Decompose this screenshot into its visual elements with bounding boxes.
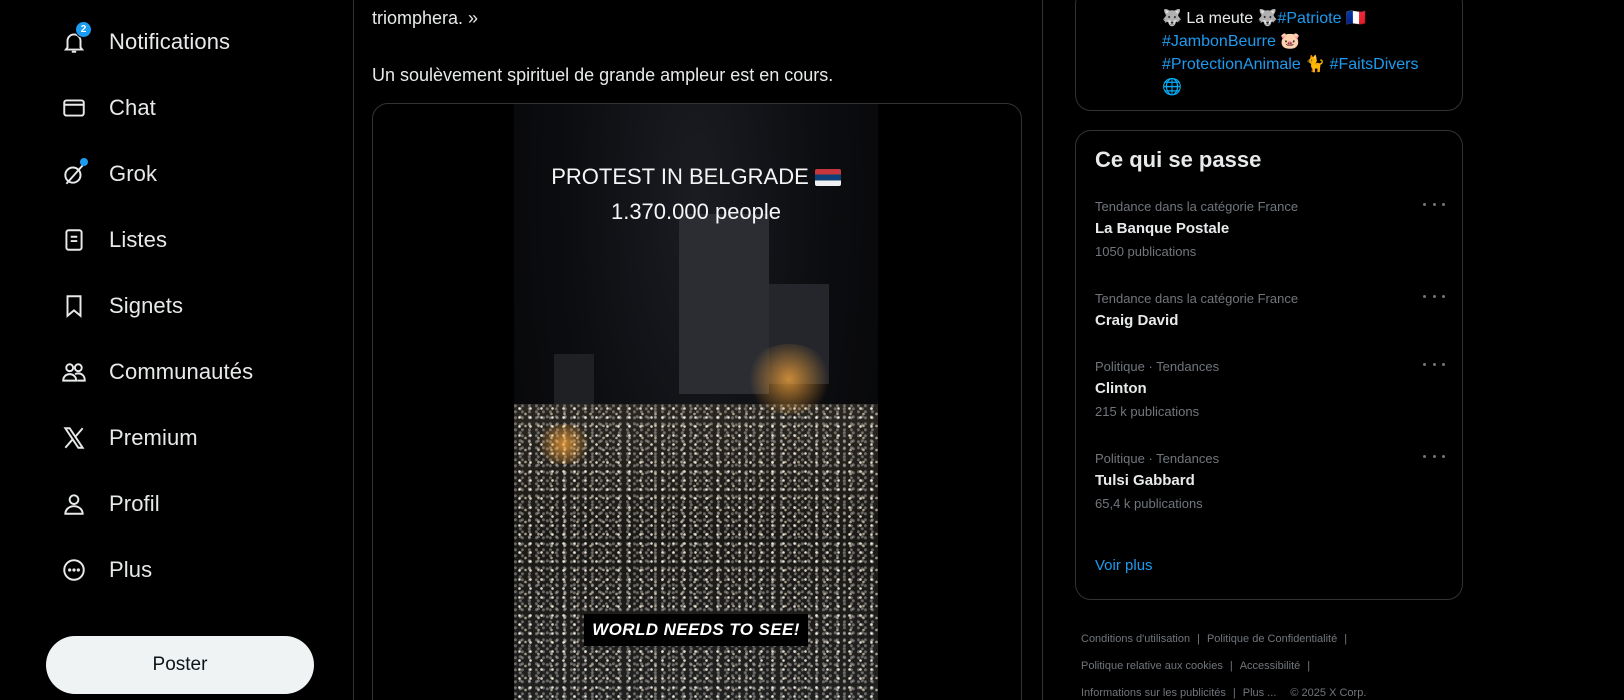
video-overlay-subtitle: 1.370.000 people (610, 199, 782, 224)
nav-item-communities[interactable]: Communautés (52, 347, 253, 397)
cat-emoji-icon: 🐈 (1305, 56, 1326, 73)
trend-count: 65,4 k publications (1095, 496, 1203, 511)
more-options-icon[interactable] (1423, 357, 1445, 371)
hashtag-link[interactable]: #ProtectionAnimale (1162, 56, 1301, 73)
trend-name: Tulsi Gabbard (1095, 472, 1195, 489)
footer-link-terms[interactable]: Conditions d'utilisation (1081, 633, 1190, 645)
nav-item-lists[interactable]: Listes (52, 215, 167, 265)
hashtag-link[interactable]: #JambonBeurre (1162, 33, 1276, 50)
footer-copyright: © 2025 X Corp. (1290, 687, 1367, 699)
nav-item-more[interactable]: Plus (52, 545, 152, 595)
globe-icon: 🌐 (1162, 79, 1182, 96)
grok-notification-dot (80, 158, 88, 166)
more-options-icon[interactable] (1423, 197, 1445, 211)
nav-label-bookmarks: Signets (109, 293, 184, 318)
trends-panel: Ce qui se passe Tendance dans la catégor… (1075, 130, 1463, 600)
tweet-text-line: triomphera. » (372, 8, 479, 28)
nav-item-grok[interactable]: Grok (52, 149, 157, 199)
trend-category: Politique · Tendances (1095, 359, 1220, 374)
wolf-emoji-icon: 🐺 (1257, 10, 1278, 27)
see-more-link[interactable]: Voir plus (1095, 557, 1153, 574)
sidebar-right: 🐺 La meute 🐺#Patriote 🇫🇷 #JambonBeurre 🐷… (1062, 0, 1463, 700)
footer-link-privacy[interactable]: Politique de Confidentialité (1207, 633, 1337, 645)
france-flag-icon: 🇫🇷 (1345, 10, 1366, 27)
trend-category: Tendance dans la catégorie France (1095, 199, 1299, 214)
main-timeline: triomphera. » Un soulèvement spirituel d… (354, 0, 1042, 700)
profile-preview-card: 🐺 La meute 🐺#Patriote 🇫🇷 #JambonBeurre 🐷… (1075, 0, 1463, 111)
bell-icon: 2 (52, 20, 96, 64)
trend-name: Craig David (1095, 312, 1179, 329)
column-divider-right (1042, 0, 1043, 700)
primary-navigation: 2 Notifications Chat Grok Listes Signets… (0, 0, 354, 700)
trend-category: Politique · Tendances (1095, 451, 1220, 466)
nav-item-bookmarks[interactable]: Signets (52, 281, 183, 331)
post-button[interactable]: Poster (46, 636, 314, 694)
profile-bio: 🐺 La meute 🐺#Patriote 🇫🇷 #JambonBeurre 🐷… (1162, 7, 1462, 99)
trend-count: 1050 publications (1095, 244, 1197, 259)
app-window: 2 Notifications Chat Grok Listes Signets… (0, 0, 1624, 700)
more-circle-icon (52, 548, 96, 592)
trend-item[interactable]: Tendance dans la catégorie France La Ban… (1095, 199, 1445, 259)
tweet-media-container[interactable]: PROTEST IN BELGRADE 1.370.000 people WOR… (372, 103, 1022, 700)
nav-label-notifications: Notifications (109, 29, 231, 54)
hashtag-link[interactable]: #FaitsDivers (1330, 56, 1419, 73)
bio-text: La meute (1186, 10, 1254, 27)
x-logo-icon (52, 416, 96, 460)
trend-item[interactable]: Politique · Tendances Clinton 215 k publ… (1095, 359, 1445, 419)
trend-category: Tendance dans la catégorie France (1095, 291, 1299, 306)
grok-icon (52, 152, 96, 196)
video-overlay-title: PROTEST IN BELGRADE (514, 164, 878, 190)
hashtag-link[interactable]: #Patriote (1277, 10, 1341, 27)
footer-link-cookies[interactable]: Politique relative aux cookies (1081, 660, 1223, 672)
tweet-text-line: Un soulèvement spirituel de grande ample… (372, 65, 834, 85)
trends-title: Ce qui se passe (1095, 147, 1262, 172)
video-player[interactable]: PROTEST IN BELGRADE 1.370.000 people WOR… (514, 104, 878, 700)
more-options-icon[interactable] (1423, 289, 1445, 303)
nav-label-communities: Communautés (109, 359, 254, 384)
more-options-icon[interactable] (1423, 449, 1445, 463)
bookmark-icon (52, 284, 96, 328)
nav-item-profile[interactable]: Profil (52, 479, 160, 529)
video-light-glow (534, 424, 594, 464)
footer-link-ads-info[interactable]: Informations sur les publicités (1081, 687, 1226, 699)
serbia-flag-icon (814, 169, 841, 186)
sidebar-footer: Conditions d'utilisation | Politique de Co… (1081, 633, 1367, 699)
video-caption: WORLD NEEDS TO SEE! (584, 614, 808, 646)
nav-label-lists: Listes (109, 227, 168, 252)
video-light-glow (744, 344, 834, 414)
trend-name: Clinton (1095, 380, 1147, 397)
nav-label-profile: Profil (109, 491, 160, 516)
wolf-emoji-icon: 🐺 (1162, 10, 1182, 27)
trend-name: La Banque Postale (1095, 220, 1230, 237)
nav-label-chat: Chat (109, 95, 156, 120)
trend-count: 215 k publications (1095, 404, 1200, 419)
video-caption-wrap: WORLD NEEDS TO SEE! (514, 614, 878, 646)
pig-emoji-icon: 🐷 (1280, 33, 1301, 50)
notification-count-badge: 2 (75, 21, 92, 38)
nav-label-more: Plus (109, 557, 153, 582)
list-icon (52, 218, 96, 262)
trend-item[interactable]: Tendance dans la catégorie France Craig … (1095, 291, 1445, 329)
footer-link-more[interactable]: Plus ... (1243, 687, 1277, 699)
envelope-icon (52, 86, 96, 130)
nav-item-chat[interactable]: Chat (52, 83, 156, 133)
footer-link-accessibility[interactable]: Accessibilité (1240, 660, 1301, 672)
nav-item-premium[interactable]: Premium (52, 413, 198, 463)
nav-label-grok: Grok (109, 161, 158, 186)
trend-item[interactable]: Politique · Tendances Tulsi Gabbard 65,4… (1095, 451, 1445, 511)
people-icon (52, 350, 96, 394)
person-icon (52, 482, 96, 526)
nav-item-notifications[interactable]: 2 Notifications (52, 17, 230, 67)
nav-label-premium: Premium (109, 425, 198, 450)
